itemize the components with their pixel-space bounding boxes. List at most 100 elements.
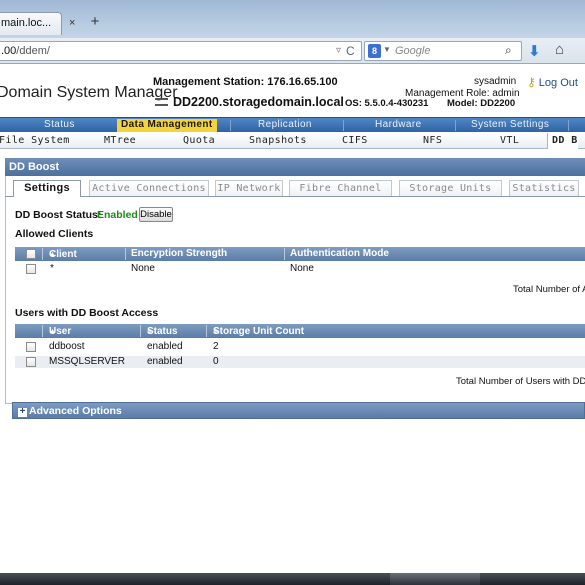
disable-button[interactable]: Disable	[139, 207, 173, 222]
nav-separator	[568, 120, 569, 131]
subnav-cifs[interactable]: CIFS	[342, 135, 368, 146]
system-hostname: DD2200.storagedomain.local	[173, 95, 344, 109]
download-icon[interactable]: ⬇	[528, 42, 541, 60]
nav-separator	[343, 120, 344, 131]
section-title: DD Boost	[5, 158, 585, 176]
column-client[interactable]: Client ▲	[49, 248, 77, 260]
logout-link[interactable]: ⚷ Log Out	[527, 75, 578, 89]
column-separator	[42, 248, 43, 260]
search-engine-icon[interactable]: 8	[368, 44, 381, 58]
dd-boost-status-label: DD Boost Status:	[15, 209, 102, 221]
subnav-mtree[interactable]: MTree	[104, 135, 136, 146]
browser-chrome: main.loc... × + .00/ddem/ ▿ C 8 ▼ Google…	[0, 0, 585, 64]
sub-nav: File System MTree Quota Snapshots CIFS N…	[0, 133, 585, 149]
users-heading: Users with DD Boost Access	[15, 307, 159, 319]
clients-table-header: Client ▲ Encryption Strength Authenticat…	[15, 247, 585, 261]
auth-mode-cell: None	[290, 263, 314, 274]
search-engine-dropdown-icon[interactable]: ▼	[383, 45, 391, 54]
select-all-clients-checkbox[interactable]	[26, 249, 36, 259]
column-status[interactable]: Status ◆	[147, 325, 178, 337]
column-status-label: Status	[147, 326, 178, 337]
table-row[interactable]: ddboost enabled 2	[15, 341, 585, 353]
subnav-dd-boost[interactable]: DD B	[547, 133, 578, 149]
tab-ip-network[interactable]: IP Network	[215, 180, 283, 196]
browser-tab[interactable]: main.loc...	[0, 12, 62, 35]
users-table-header: User ▲ Status ◆ Storage Unit Count ◆	[15, 324, 585, 338]
advanced-options-label: Advanced Options	[29, 405, 122, 417]
system-icon	[155, 98, 168, 106]
nav-system-settings[interactable]: System Settings	[471, 119, 549, 132]
column-user[interactable]: User ▲	[49, 325, 71, 337]
row-checkbox[interactable]	[26, 342, 36, 352]
tab-storage-units[interactable]: Storage Units	[399, 180, 502, 196]
expand-icon: +	[18, 406, 27, 417]
url-dropdown-icon[interactable]: ▿	[336, 45, 341, 56]
subnav-snapshots[interactable]: Snapshots	[249, 135, 307, 146]
tab-settings[interactable]: Settings	[13, 180, 81, 197]
column-encryption-strength[interactable]: Encryption Strength	[131, 248, 227, 259]
search-input[interactable]: 8 ▼ Google ⌕	[364, 41, 522, 61]
tab-active-connections[interactable]: Active Connections	[89, 180, 209, 196]
column-separator	[125, 248, 126, 260]
os-taskbar	[0, 573, 585, 585]
column-storage-unit-count[interactable]: Storage Unit Count ◆	[213, 325, 304, 337]
nav-separator	[230, 120, 231, 131]
table-row[interactable]: * None None	[15, 263, 585, 275]
nav-hardware[interactable]: Hardware	[375, 119, 422, 132]
tab-fibre-channel[interactable]: Fibre Channel	[289, 180, 392, 196]
nav-status[interactable]: Status	[44, 119, 75, 132]
users-total: Total Number of Users with DD	[456, 376, 585, 387]
search-placeholder: Google	[395, 45, 431, 57]
row-checkbox[interactable]	[26, 264, 36, 274]
reload-icon[interactable]: C	[346, 44, 355, 58]
storage-unit-count-cell: 0	[213, 356, 219, 367]
row-checkbox[interactable]	[26, 357, 36, 367]
management-role: Management Role: admin	[405, 88, 520, 99]
status-cell: enabled	[147, 356, 183, 367]
column-separator	[284, 248, 285, 260]
key-icon: ⚷	[527, 75, 536, 89]
browser-tab-title: main.loc...	[1, 17, 52, 29]
encryption-cell: None	[131, 263, 155, 274]
column-storage-unit-count-label: Storage Unit Count	[213, 326, 305, 337]
subnav-nfs[interactable]: NFS	[423, 135, 442, 146]
tab-statistics[interactable]: Statistics	[509, 180, 579, 196]
url-host: .00	[1, 45, 17, 57]
nav-separator	[455, 120, 456, 131]
storage-unit-count-cell: 2	[213, 341, 219, 352]
clients-total: Total Number of A	[513, 284, 585, 295]
column-separator	[140, 325, 141, 337]
logout-label: Log Out	[538, 77, 578, 89]
browser-toolbar: .00/ddem/ ▿ C 8 ▼ Google ⌕	[0, 38, 585, 64]
tab-strip-border	[5, 196, 585, 197]
tab-close-icon[interactable]: ×	[69, 17, 75, 29]
system-model: Model: DD2200	[447, 98, 516, 109]
column-authentication-mode[interactable]: Authentication Mode	[290, 248, 389, 259]
subnav-quota[interactable]: Quota	[183, 135, 215, 146]
search-icon[interactable]: ⌕	[505, 43, 512, 58]
taskbar-active-item[interactable]	[390, 573, 480, 585]
main-nav: Status Data Management Replication Hardw…	[0, 117, 585, 132]
home-icon[interactable]: ⌂	[555, 41, 564, 58]
user-cell: ddboost	[49, 341, 85, 352]
allowed-clients-heading: Allowed Clients	[15, 228, 94, 240]
subnav-vtl[interactable]: VTL	[500, 135, 519, 146]
table-row[interactable]: MSSQLSERVER enabled 0	[15, 356, 585, 368]
subnav-file-system[interactable]: File System	[0, 135, 70, 146]
os-version: OS: 5.5.0.4-430231	[345, 98, 429, 109]
url-path: /ddem/	[16, 45, 50, 57]
nav-data-management[interactable]: Data Management	[117, 119, 217, 132]
column-separator	[206, 325, 207, 337]
app-title: Domain System Manager	[0, 84, 178, 101]
username: sysadmin	[474, 76, 517, 87]
url-bar[interactable]: .00/ddem/ ▿ C	[0, 41, 362, 61]
client-cell: *	[50, 263, 54, 274]
column-client-label: Client	[49, 249, 77, 260]
nav-replication[interactable]: Replication	[258, 119, 312, 132]
advanced-options-toggle[interactable]: + Advanced Options	[12, 402, 585, 419]
status-cell: enabled	[147, 341, 183, 352]
url-text: .00/ddem/	[1, 45, 50, 57]
app-header: Domain System Manager Management Station…	[0, 64, 585, 116]
new-tab-button[interactable]: +	[84, 13, 106, 33]
column-user-label: User	[49, 326, 72, 337]
